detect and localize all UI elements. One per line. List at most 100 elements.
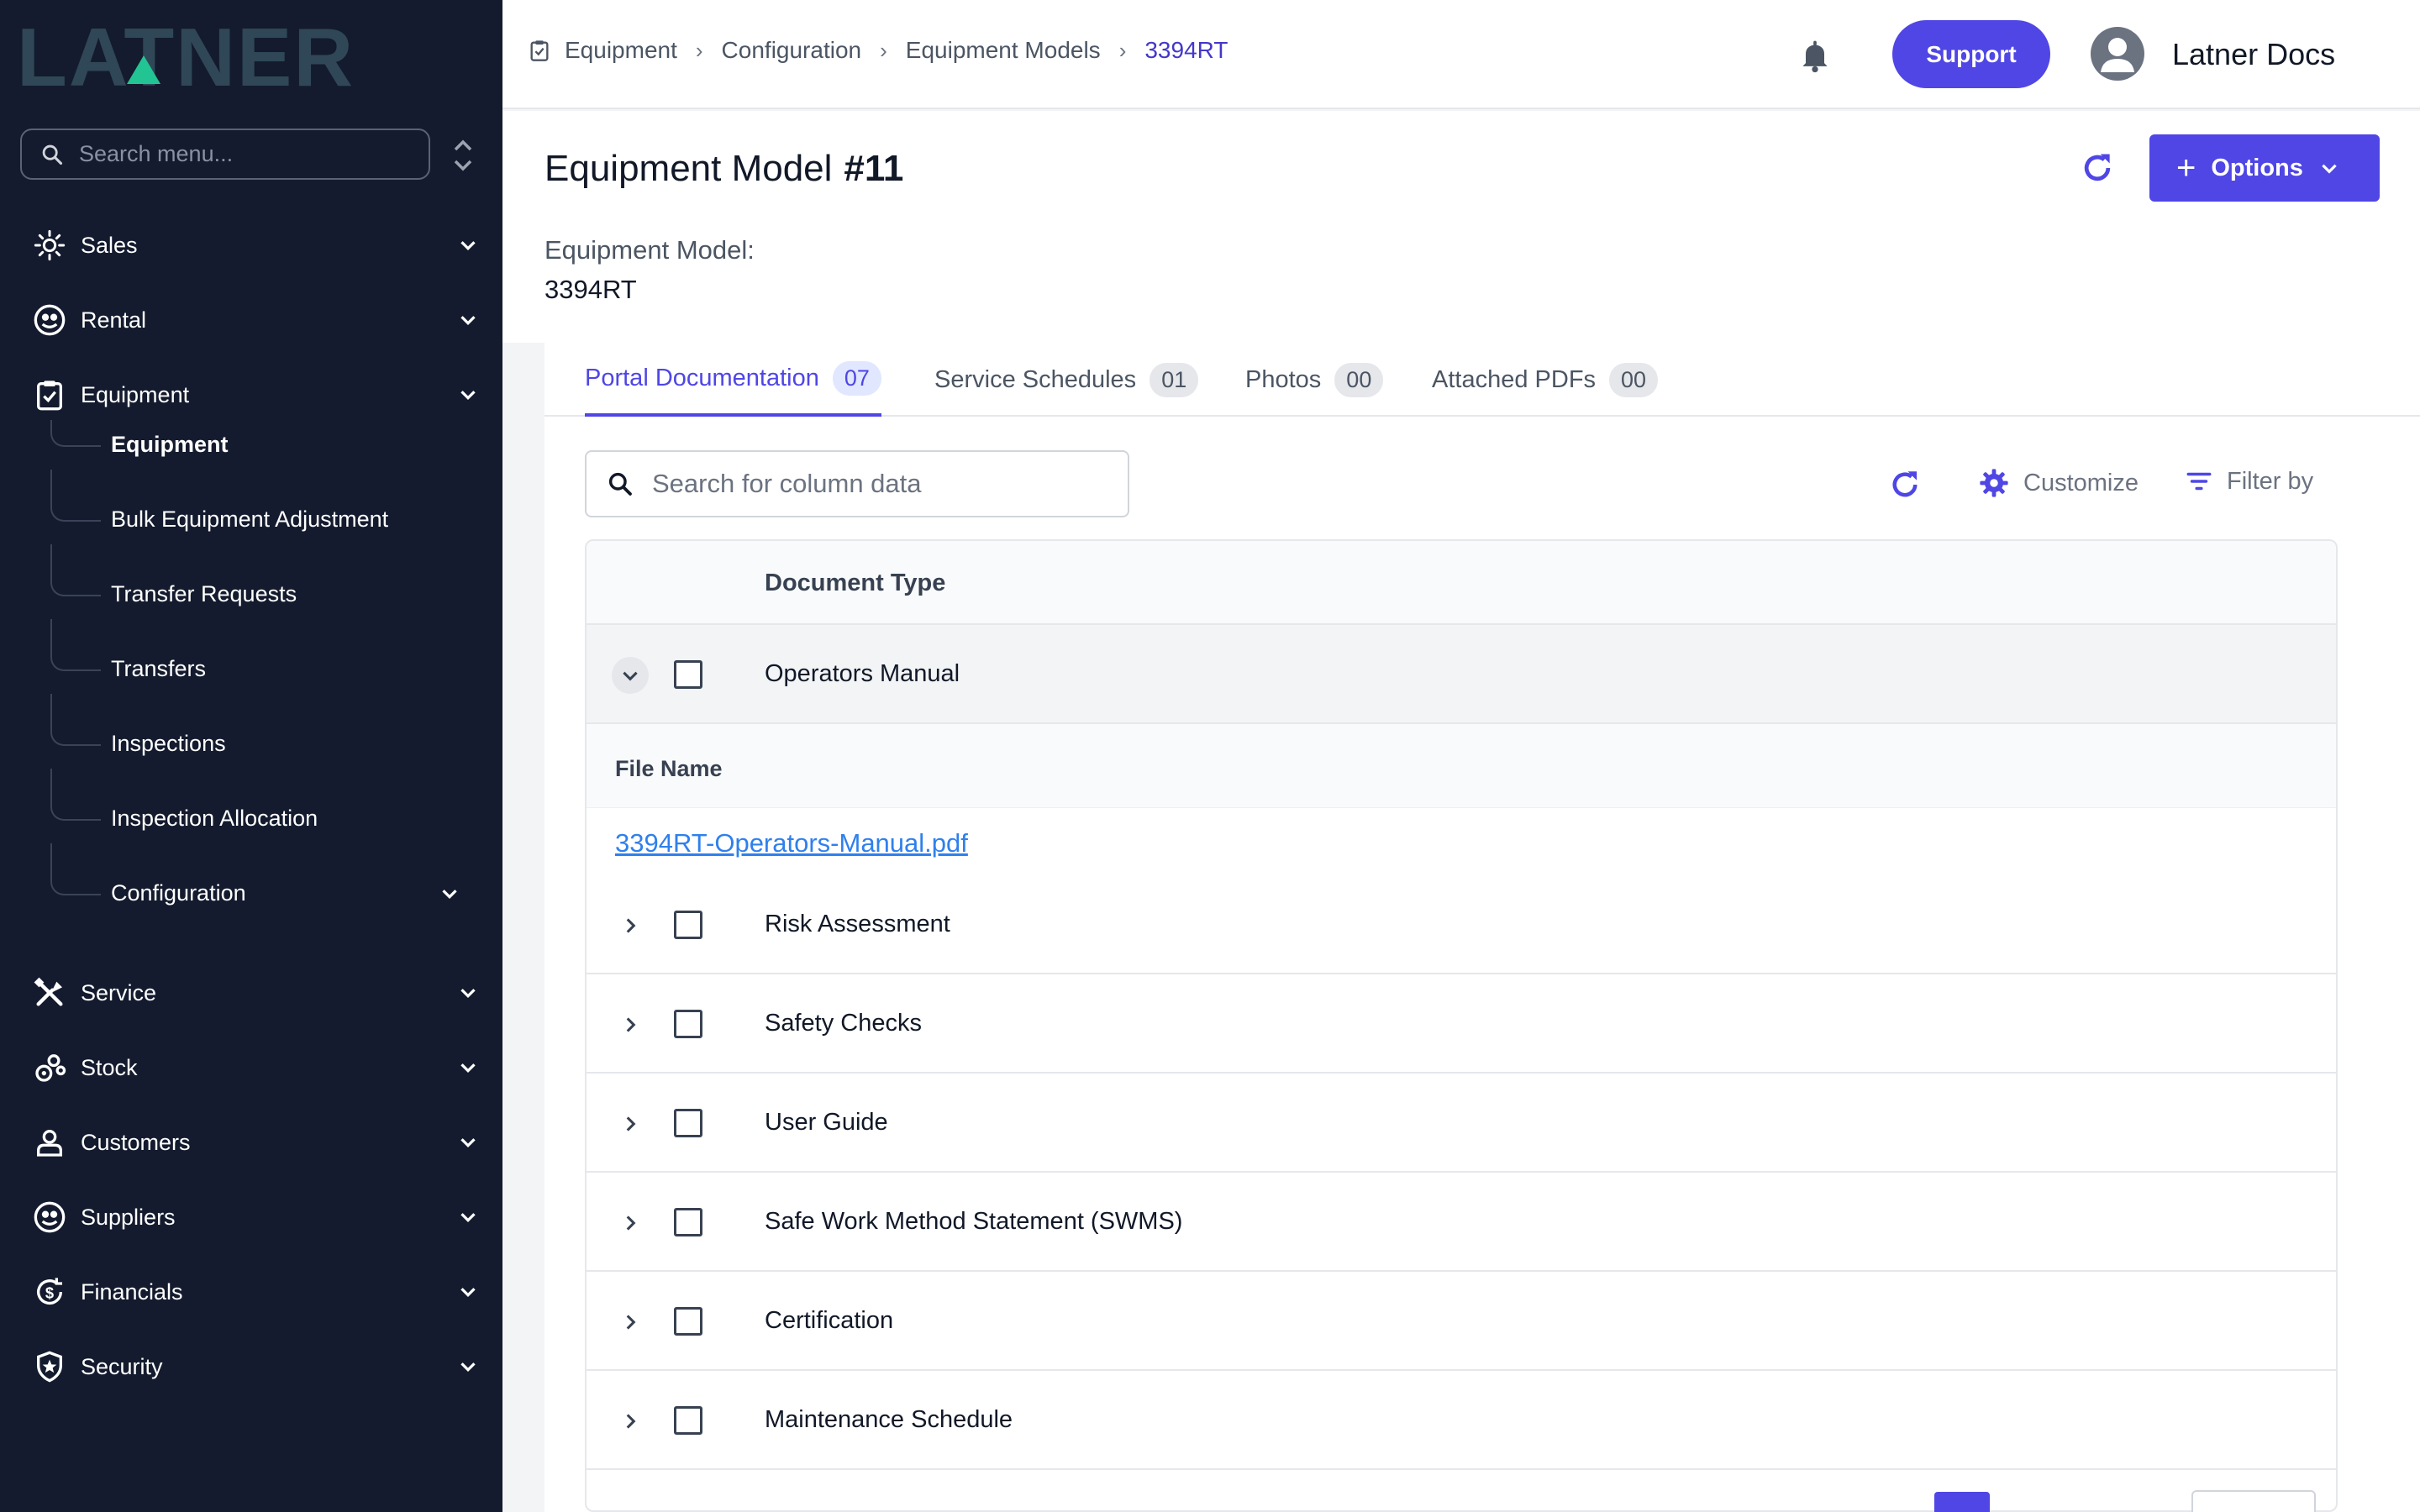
- document-type-cell: User Guide: [765, 1109, 888, 1136]
- tab-count-badge: 01: [1150, 362, 1199, 397]
- sidebar-item-label: Financials: [81, 1278, 183, 1305]
- plus-icon: +: [2176, 150, 2196, 186]
- table-row[interactable]: Safe Work Method Statement (SWMS): [587, 1173, 2336, 1272]
- tab-portal-documentation[interactable]: Portal Documentation 07: [585, 343, 881, 417]
- user-icon: [30, 1123, 69, 1162]
- sidebar-subitem-label: Transfers: [111, 656, 207, 681]
- table-row[interactable]: Safety Checks: [587, 974, 2336, 1074]
- sidebar-subitem-equipment[interactable]: Equipment: [50, 420, 471, 470]
- breadcrumb-configuration[interactable]: Configuration: [722, 37, 862, 64]
- latner-logo[interactable]: LATNER: [17, 18, 471, 91]
- chevron-down-icon: [460, 989, 476, 999]
- tab-service-schedules[interactable]: Service Schedules 01: [934, 343, 1199, 417]
- sidebar-subitem-transfers[interactable]: Transfers: [50, 619, 471, 695]
- sidebar-item-security[interactable]: Security: [30, 1341, 481, 1392]
- customize-button[interactable]: Customize: [1978, 467, 2139, 499]
- sidebar-item-service[interactable]: Service: [30, 968, 481, 1018]
- documents-grid: Document Type Operators Manual File Name…: [585, 539, 2338, 1512]
- expand-toggle[interactable]: [612, 1304, 649, 1341]
- chevron-right-icon: [626, 1414, 636, 1429]
- sidebar-item-suppliers[interactable]: Suppliers: [30, 1192, 481, 1242]
- sidebar-subitem-label: Inspection Allocation: [111, 806, 318, 831]
- breadcrumb-equipment[interactable]: Equipment: [565, 37, 677, 64]
- row-checkbox[interactable]: [674, 1208, 702, 1236]
- sidebar-subitem-bulk-equipment-adjustment[interactable]: Bulk Equipment Adjustment: [50, 470, 471, 545]
- tree-branch: [50, 544, 101, 596]
- avatar[interactable]: [2091, 27, 2144, 81]
- breadcrumb-separator: ›: [880, 37, 887, 63]
- sidebar-item-sales[interactable]: Sales: [30, 220, 481, 270]
- clipboard-icon: [530, 40, 549, 61]
- table-row[interactable]: Operators Manual: [587, 625, 2336, 724]
- document-type-cell: Risk Assessment: [765, 911, 950, 937]
- row-checkbox[interactable]: [674, 1010, 702, 1038]
- tab-label: Photos: [1245, 365, 1322, 393]
- tree-branch: [50, 619, 101, 671]
- support-button[interactable]: Support: [1892, 20, 2050, 88]
- sidebar-subitem-inspections[interactable]: Inspections: [50, 694, 471, 769]
- expand-toggle[interactable]: [612, 657, 649, 694]
- table-row[interactable]: Risk Assessment: [587, 875, 2336, 974]
- filter-by-button[interactable]: Filter by: [2185, 467, 2313, 496]
- sidebar-subitem-label: Inspections: [111, 731, 226, 756]
- sidebar-item-label: Sales: [81, 232, 138, 258]
- options-button[interactable]: + Options: [2149, 134, 2380, 202]
- column-search-input[interactable]: Search for column data: [585, 450, 1129, 517]
- expand-toggle[interactable]: [612, 1105, 649, 1142]
- sidebar-subitem-configuration[interactable]: Configuration: [50, 843, 471, 919]
- expand-toggle[interactable]: [612, 907, 649, 944]
- svg-text:$: $: [45, 1284, 54, 1302]
- tree-branch: [50, 694, 101, 746]
- chevron-down-icon: [460, 1138, 476, 1148]
- tab-photos[interactable]: Photos 00: [1245, 343, 1384, 417]
- bell-icon[interactable]: [1797, 37, 1833, 74]
- search-menu-input[interactable]: Search menu...: [20, 129, 430, 180]
- sidebar-subitem-transfer-requests[interactable]: Transfer Requests: [50, 544, 471, 620]
- refresh-icon[interactable]: [2079, 150, 2116, 186]
- clipboard-icon: [30, 375, 69, 414]
- expand-toggle[interactable]: [612, 1006, 649, 1043]
- row-checkbox[interactable]: [674, 911, 702, 939]
- row-checkbox[interactable]: [674, 1406, 702, 1435]
- chevron-down-icon: [2322, 164, 2337, 174]
- search-icon: [42, 144, 63, 165]
- expand-toggle[interactable]: [612, 1205, 649, 1242]
- collapse-sidebar-icon[interactable]: [449, 134, 477, 176]
- tab-attached-pdfs[interactable]: Attached PDFs 00: [1432, 343, 1659, 417]
- sidebar-item-customers[interactable]: Customers: [30, 1117, 481, 1168]
- dollar-refresh-icon: $: [30, 1273, 69, 1311]
- row-checkbox[interactable]: [674, 660, 702, 689]
- sidebar-subitem-inspection-allocation[interactable]: Inspection Allocation: [50, 769, 471, 844]
- breadcrumb-equipment-models[interactable]: Equipment Models: [906, 37, 1101, 64]
- document-type-cell: Maintenance Schedule: [765, 1406, 1013, 1433]
- breadcrumb-separator: ›: [695, 37, 703, 63]
- row-checkbox[interactable]: [674, 1109, 702, 1137]
- svg-text:LATNER: LATNER: [17, 18, 355, 91]
- sidebar-item-rental[interactable]: Rental: [30, 295, 481, 345]
- chevron-right-icon: [626, 1116, 636, 1131]
- chevron-down-icon: [460, 241, 476, 251]
- column-header-document-type[interactable]: Document Type: [765, 570, 945, 597]
- row-checkbox[interactable]: [674, 1307, 702, 1336]
- user-name[interactable]: Latner Docs: [2172, 37, 2335, 72]
- search-menu-placeholder: Search menu...: [79, 141, 234, 166]
- document-type-cell: Safe Work Method Statement (SWMS): [765, 1208, 1183, 1235]
- sidebar-item-financials[interactable]: $ Financials: [30, 1267, 481, 1317]
- expand-toggle[interactable]: [612, 1403, 649, 1440]
- filter-icon: [2186, 472, 2212, 491]
- chevron-down-icon: [460, 1213, 476, 1223]
- sidebar-item-equipment[interactable]: Equipment: [30, 370, 481, 420]
- table-row[interactable]: Maintenance Schedule: [587, 1371, 2336, 1470]
- refresh-icon[interactable]: [1887, 467, 1923, 502]
- table-row[interactable]: User Guide: [587, 1074, 2336, 1173]
- tab-bar: Portal Documentation 07 Service Schedule…: [544, 343, 2420, 417]
- chevron-down-icon: [442, 890, 457, 900]
- table-row[interactable]: Certification: [587, 1272, 2336, 1371]
- sidebar-item-stock[interactable]: Stock: [30, 1042, 481, 1093]
- breadcrumb-separator: ›: [1118, 37, 1127, 63]
- file-link[interactable]: 3394RT-Operators-Manual.pdf: [615, 828, 968, 858]
- sidebar-item-label: Security: [81, 1353, 163, 1379]
- equipment-model-label: Equipment Model:: [544, 235, 755, 265]
- pagination-current-page[interactable]: [1934, 1492, 1990, 1512]
- page-size-select[interactable]: [2191, 1490, 2316, 1512]
